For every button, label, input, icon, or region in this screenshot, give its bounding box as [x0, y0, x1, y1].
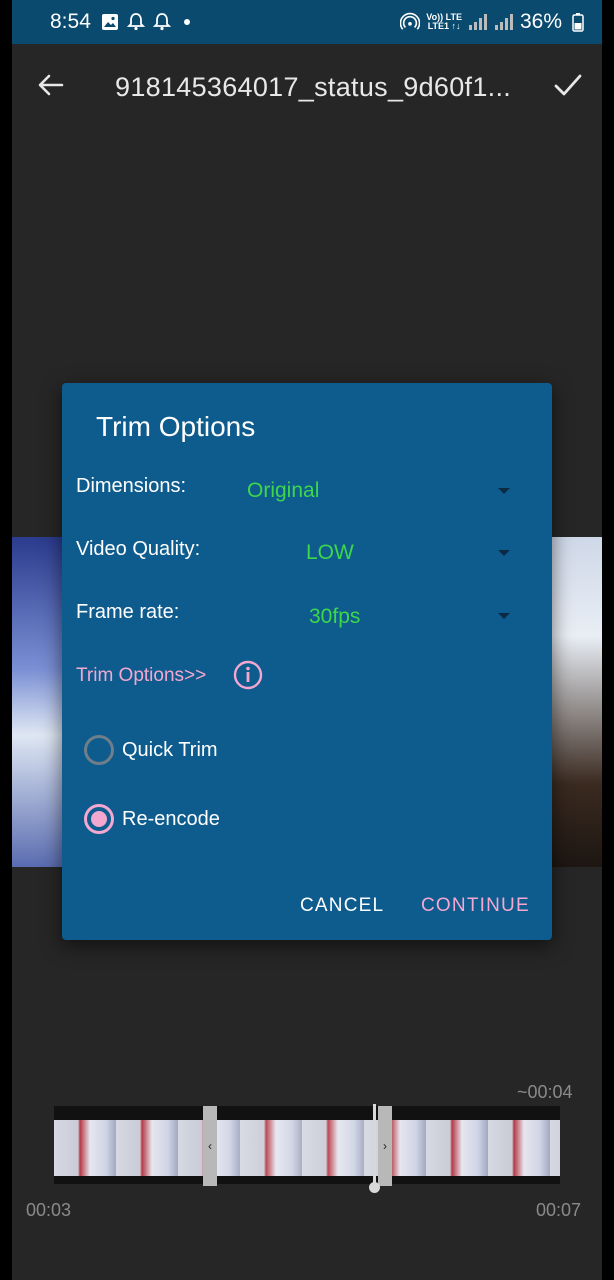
dropdown-arrow-icon	[498, 488, 510, 494]
end-time: 00:07	[536, 1200, 582, 1220]
confirm-button[interactable]	[552, 70, 584, 100]
network-type: Vo)) LTE LTE1 ↑↓	[426, 13, 462, 31]
battery-percent: 36%	[519, 10, 562, 33]
battery-icon	[568, 12, 588, 32]
arrow-left-icon	[38, 74, 64, 96]
re-encode-label: Re-encode	[122, 808, 220, 830]
back-button[interactable]	[36, 70, 66, 100]
start-time: 00:03	[26, 1200, 72, 1220]
playhead-knob[interactable]	[369, 1182, 380, 1193]
network-bottom-text: LTE1 ↑↓	[427, 21, 461, 31]
dialog-title: Trim Options	[96, 411, 256, 442]
notification-icons	[100, 12, 190, 32]
check-icon	[554, 74, 582, 96]
app-bar: 918145364017_status_9d60f1...	[12, 44, 602, 126]
dimensions-value: Original	[247, 479, 320, 502]
trim-start-handle[interactable]: ‹	[203, 1106, 217, 1186]
trim-end-handle[interactable]: ›	[378, 1106, 392, 1186]
dropdown-arrow-icon	[498, 550, 510, 556]
re-encode-radio[interactable]	[84, 804, 114, 834]
screen: 8:54 Vo)) LTE LTE1 ↑↓ 36% 918145364017_s…	[12, 0, 602, 1280]
system-icons: Vo)) LTE LTE1 ↑↓ 36%	[400, 10, 588, 34]
bell-icon	[152, 12, 172, 32]
signal-icon	[468, 12, 488, 32]
playhead[interactable]	[373, 1104, 376, 1188]
more-notifications-dot	[184, 19, 190, 25]
chevron-right-icon: ›	[383, 1139, 387, 1153]
bell-icon	[126, 12, 146, 32]
dimensions-label: Dimensions:	[76, 475, 187, 497]
status-time: 8:54	[50, 10, 91, 33]
frame-rate-label: Frame rate:	[76, 601, 180, 623]
hotspot-icon	[400, 12, 421, 32]
trim-options-link[interactable]: Trim Options>>	[76, 665, 206, 687]
video-quality-value: LOW	[306, 541, 354, 564]
timeline-strip[interactable]	[54, 1106, 560, 1184]
trim-options-dialog: Trim Options Dimensions: Original Video …	[62, 383, 552, 940]
cancel-button[interactable]: CANCEL	[300, 895, 384, 917]
video-quality-label: Video Quality:	[76, 538, 201, 560]
signal-icon	[494, 12, 514, 32]
selected-range	[216, 1120, 378, 1176]
quick-trim-label: Quick Trim	[122, 739, 218, 761]
quick-trim-radio[interactable]	[84, 735, 114, 765]
status-bar: 8:54 Vo)) LTE LTE1 ↑↓ 36%	[12, 0, 602, 44]
gallery-icon	[100, 12, 120, 32]
dropdown-arrow-icon	[498, 613, 510, 619]
selection-duration: ~00:04	[517, 1082, 573, 1102]
chevron-left-icon: ‹	[208, 1139, 212, 1153]
info-icon[interactable]	[233, 660, 263, 690]
frame-rate-value: 30fps	[309, 605, 361, 628]
video-frame-right	[552, 537, 602, 867]
continue-button[interactable]: CONTINUE	[421, 895, 530, 917]
file-title: 918145364017_status_9d60f1...	[115, 72, 512, 102]
